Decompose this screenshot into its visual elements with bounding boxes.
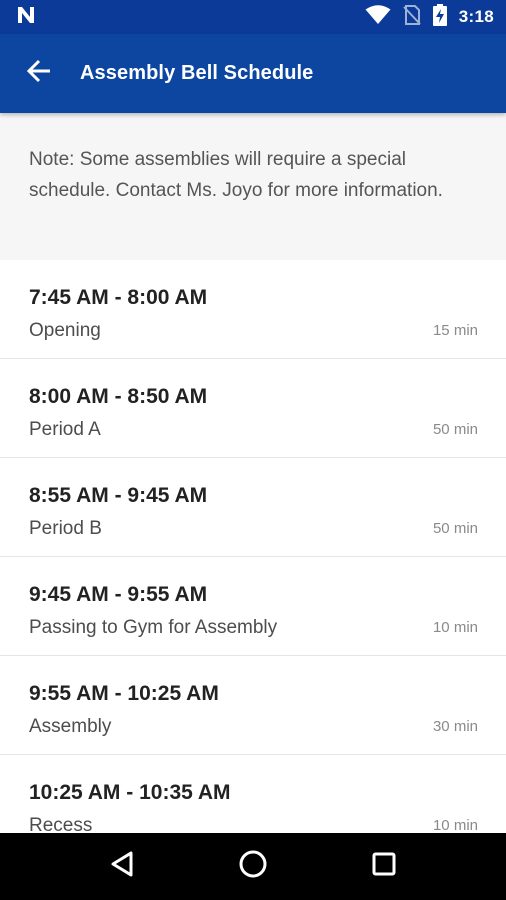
row-duration: 10 min [432,817,478,833]
row-period-name: Assembly [29,716,112,737]
status-bar: 3:18 [0,0,506,34]
status-right: 3:18 [365,3,494,31]
row-duration: 50 min [432,520,478,537]
schedule-row[interactable]: 9:45 AM - 9:55 AM Passing to Gym for Ass… [0,557,506,656]
row-duration: 10 min [432,619,478,636]
nav-home-button[interactable] [223,837,283,897]
row-time: 8:00 AM - 8:50 AM [29,385,208,408]
row-time: 7:45 AM - 8:00 AM [29,286,208,309]
note-text: Note: Some assemblies will require a spe… [29,149,443,201]
row-time: 9:55 AM - 10:25 AM [29,682,219,705]
schedule-row[interactable]: 7:45 AM - 8:00 AM Opening 15 min [0,260,506,359]
schedule-row[interactable]: 8:00 AM - 8:50 AM Period A 50 min [0,359,506,458]
status-left [16,6,36,29]
row-time: 9:45 AM - 9:55 AM [29,583,208,606]
row-period-name: Period B [29,518,102,539]
schedule-row[interactable]: 8:55 AM - 9:45 AM Period B 50 min [0,458,506,557]
battery-charging-icon [432,3,447,31]
nav-back-button[interactable] [92,837,152,897]
row-time: 10:25 AM - 10:35 AM [29,781,231,804]
row-time: 8:55 AM - 9:45 AM [29,484,208,507]
recents-square-icon [371,851,397,882]
schedule-note: Note: Some assemblies will require a spe… [0,113,506,260]
row-period-name: Opening [29,320,101,341]
wifi-icon [365,4,391,30]
notification-n-icon [16,6,36,29]
schedule-content[interactable]: Note: Some assemblies will require a spe… [0,113,506,833]
schedule-row[interactable]: 9:55 AM - 10:25 AM Assembly 30 min [0,656,506,755]
system-nav-bar [0,833,506,900]
page-title: Assembly Bell Schedule [80,62,314,84]
row-duration: 50 min [432,421,478,438]
row-period-name: Recess [29,815,93,833]
no-sim-icon [403,4,421,30]
schedule-row[interactable]: 10:25 AM - 10:35 AM Recess 10 min [0,755,506,833]
home-circle-icon [238,849,268,884]
back-triangle-icon [109,850,135,883]
schedule-list: 7:45 AM - 8:00 AM Opening 15 min 8:00 AM… [0,260,506,833]
row-period-name: Passing to Gym for Assembly [29,617,278,638]
back-button[interactable] [0,34,80,113]
row-duration: 30 min [432,718,478,735]
arrow-back-icon [26,59,52,88]
app-bar: Assembly Bell Schedule [0,34,506,113]
status-time: 3:18 [458,7,494,26]
row-period-name: Period A [29,419,101,440]
row-duration: 15 min [432,322,478,339]
nav-recents-button[interactable] [354,837,414,897]
